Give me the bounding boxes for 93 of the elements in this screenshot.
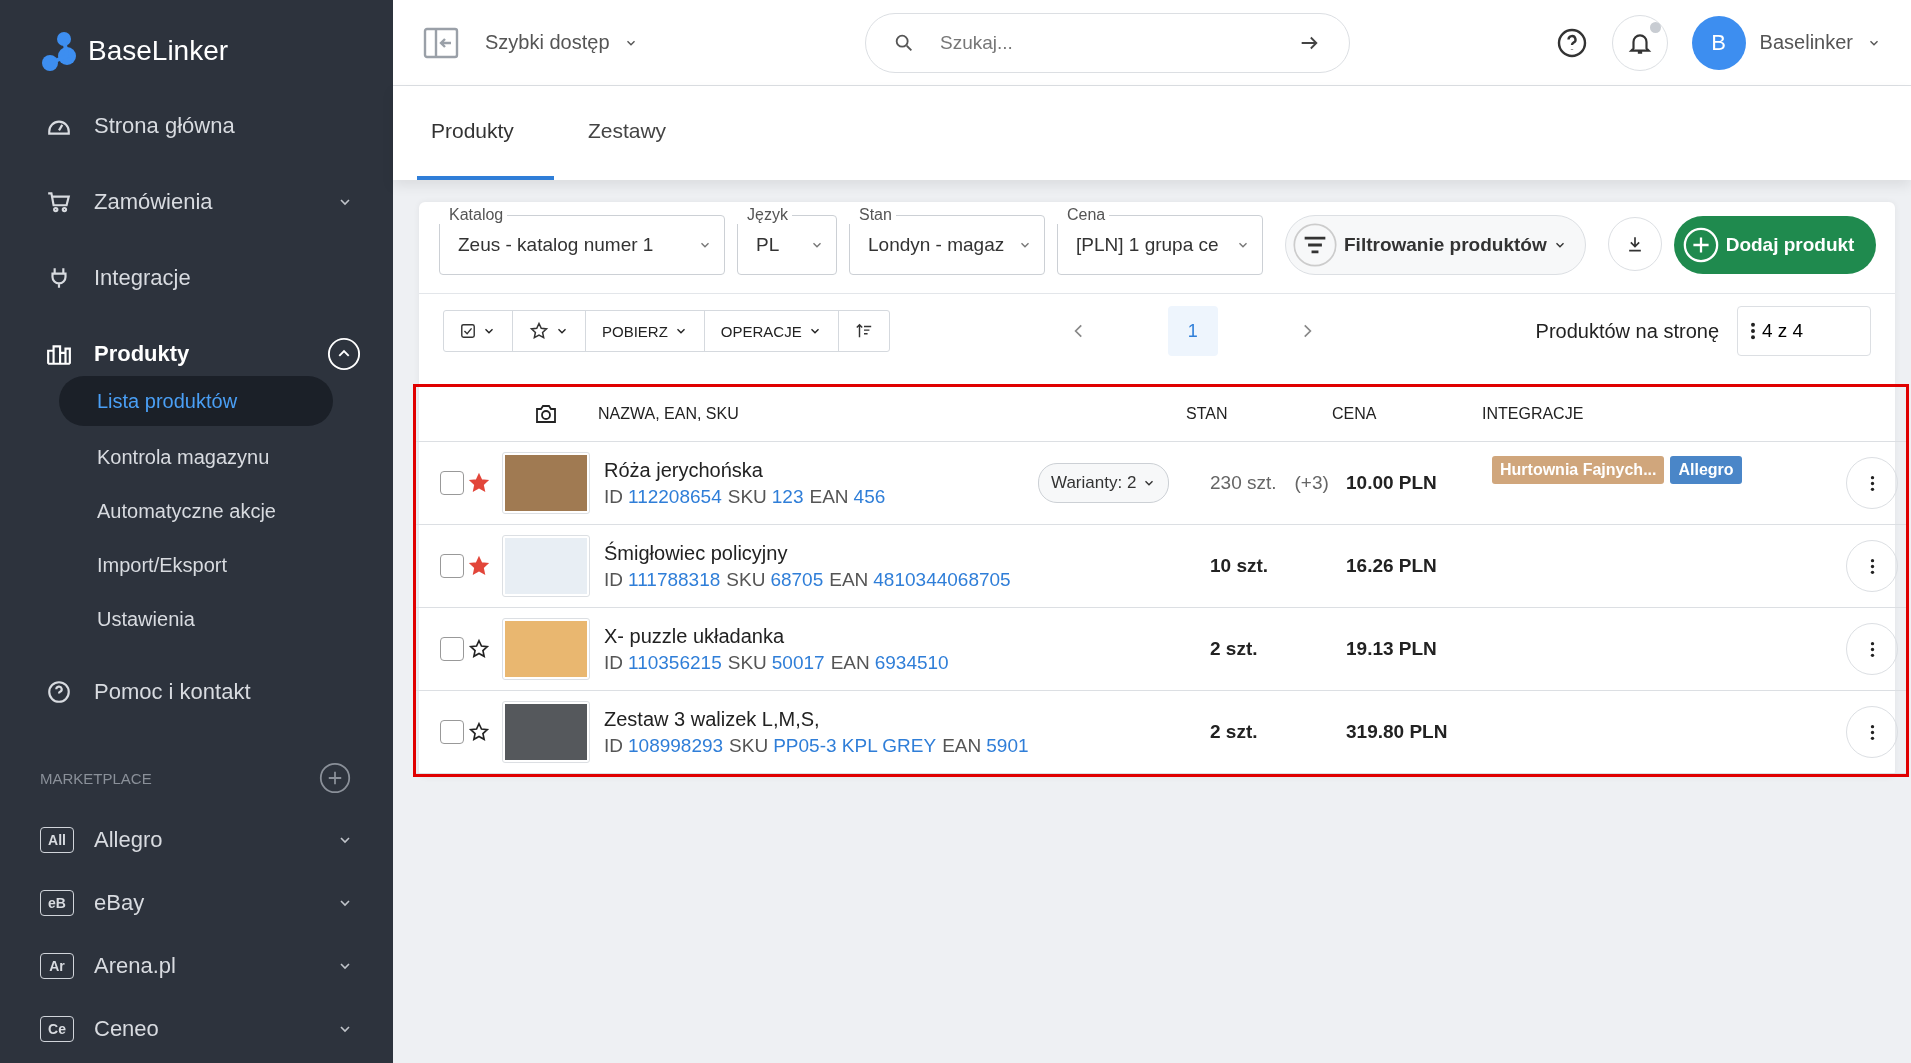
integration-tag: Hurtownia Fajnych... bbox=[1492, 456, 1665, 484]
stock-text: 230 szt. bbox=[1210, 472, 1277, 494]
submenu-item[interactable]: Import/Eksport bbox=[59, 538, 333, 592]
price-text: 10.00 PLN bbox=[1345, 472, 1438, 494]
nav-label: Ceneo bbox=[94, 1015, 160, 1042]
marketplace-badge: Ce bbox=[40, 1015, 74, 1042]
nav-label: eBay bbox=[94, 889, 146, 916]
nav-item[interactable]: Strona główna bbox=[0, 88, 393, 164]
product-name[interactable]: Zestaw 3 walizek L,M,S, bbox=[604, 707, 1038, 731]
stock-extra-text: (+3) bbox=[1294, 472, 1329, 494]
star-icon[interactable] bbox=[468, 555, 490, 577]
tab[interactable]: Zestawy bbox=[573, 86, 707, 180]
add-product-button[interactable]: Dodaj produkt bbox=[1673, 216, 1877, 274]
product-name[interactable]: X- puzzle układanka bbox=[604, 624, 1038, 648]
product-codes: ID 110356215 SKU 50017 EAN 6934510 bbox=[604, 651, 950, 674]
nav-label: Strona główna bbox=[94, 113, 236, 139]
page-button[interactable]: 1 bbox=[1167, 306, 1218, 356]
star-icon[interactable] bbox=[468, 721, 490, 743]
product-codes: ID 108998293 SKU PP05-3 KPL GREY EAN 5901 bbox=[604, 734, 1030, 757]
submenu-item[interactable]: Kontrola magazynu bbox=[59, 430, 333, 484]
price-text: 319.80 PLN bbox=[1345, 721, 1449, 743]
column-header: INTEGRACJE bbox=[1482, 405, 1585, 423]
submenu-item[interactable]: Automatyczne akcje bbox=[59, 484, 333, 538]
more-icon bbox=[1869, 474, 1875, 492]
filter-icon bbox=[1292, 222, 1338, 268]
star-icon[interactable] bbox=[468, 472, 490, 494]
quick-access-dropdown[interactable]: Szybki dostęp bbox=[485, 31, 865, 54]
more-icon bbox=[1869, 723, 1875, 741]
help-icon[interactable] bbox=[1555, 26, 1588, 59]
price-text: 19.13 PLN bbox=[1345, 638, 1438, 660]
product-name[interactable]: Śmigłowiec policyjny bbox=[604, 541, 1038, 565]
variants-button[interactable]: Warianty: 2 bbox=[1038, 463, 1170, 503]
marketplace-item[interactable]: eB eBay bbox=[0, 871, 393, 934]
product-name[interactable]: Róża jerychońska bbox=[604, 458, 1038, 482]
marketplace-item[interactable]: All Allegro bbox=[0, 808, 393, 871]
row-checkbox[interactable] bbox=[440, 637, 464, 661]
nav-label: Produkty bbox=[94, 341, 191, 367]
stock-text: 10 szt. bbox=[1210, 555, 1269, 577]
marketplace-item[interactable]: Ar Arena.pl bbox=[0, 934, 393, 997]
marketplace-item[interactable]: Ce Ceneo bbox=[0, 997, 393, 1060]
nav-item[interactable]: Integracje bbox=[0, 240, 393, 316]
product-codes: ID 111788318 SKU 68705 EAN 4810344068705 bbox=[604, 568, 1012, 591]
field-label: Stan bbox=[849, 206, 896, 224]
marketplace-badge: All bbox=[40, 826, 74, 853]
filter-button[interactable]: Filtrowanie produktów bbox=[1285, 215, 1586, 275]
stock-text: 2 szt. bbox=[1210, 721, 1258, 743]
submenu-item[interactable]: Lista produktów bbox=[59, 376, 333, 426]
download-dropdown[interactable]: POBIERZ bbox=[586, 311, 705, 351]
more-icon bbox=[1869, 640, 1875, 658]
camera-icon bbox=[534, 402, 558, 426]
row-checkbox[interactable] bbox=[440, 554, 464, 578]
nav-item[interactable]: Zamówienia bbox=[0, 164, 393, 240]
nav-item[interactable]: Pomoc i kontakt bbox=[0, 654, 393, 730]
integration-tag: Allegro bbox=[1670, 456, 1742, 484]
marketplace-badge: Ar bbox=[40, 952, 74, 979]
dots-icon bbox=[1750, 322, 1756, 340]
nav-label: Zamówienia bbox=[94, 189, 214, 215]
row-checkbox[interactable] bbox=[440, 471, 464, 495]
row-checkbox[interactable] bbox=[440, 720, 464, 744]
help-icon bbox=[46, 679, 72, 705]
logo-text: BaseLinker bbox=[88, 35, 229, 67]
star-icon[interactable] bbox=[468, 638, 490, 660]
column-header: STAN bbox=[1186, 405, 1229, 423]
more-icon bbox=[1869, 557, 1875, 575]
field-label: Katalog bbox=[439, 206, 508, 224]
search-field[interactable]: Szukaj... bbox=[865, 12, 1350, 73]
nav-label: Integracje bbox=[94, 265, 192, 291]
marketplace-badge: eB bbox=[40, 889, 74, 916]
stock-text: 2 szt. bbox=[1210, 638, 1258, 660]
price-text: 16.26 PLN bbox=[1345, 555, 1438, 577]
add-icon[interactable] bbox=[319, 762, 351, 794]
sidebar-toggle-icon[interactable] bbox=[423, 26, 459, 59]
submenu-item[interactable]: Ustawienia bbox=[59, 592, 333, 646]
plus-icon bbox=[1681, 226, 1720, 264]
user-menu[interactable]: Baselinker bbox=[1759, 31, 1881, 54]
column-header: CENA bbox=[1332, 405, 1378, 423]
per-page-field[interactable]: 4 z 4 bbox=[1737, 306, 1871, 356]
nav-label: Pomoc i kontakt bbox=[94, 679, 252, 705]
cart-icon bbox=[46, 189, 72, 215]
tab[interactable]: Produkty bbox=[417, 86, 554, 180]
sort-icon bbox=[854, 322, 873, 340]
product-codes: ID 112208654 SKU 123 EAN 456 bbox=[604, 485, 887, 508]
nav-label: Allegro bbox=[94, 826, 164, 853]
section-title: MARKETPLACE bbox=[40, 769, 152, 787]
checkbox-icon bbox=[460, 323, 476, 339]
field-label: Cena bbox=[1057, 206, 1110, 224]
star-icon bbox=[529, 321, 549, 341]
nav-label: Arena.pl bbox=[94, 952, 177, 979]
column-header: NAZWA, EAN, SKU bbox=[598, 405, 740, 423]
operations-dropdown[interactable]: OPERACJE bbox=[704, 311, 839, 351]
field-label: Język bbox=[737, 206, 792, 224]
collapse-icon[interactable] bbox=[327, 337, 361, 371]
per-page-label: Produktów na stronę bbox=[1535, 319, 1719, 343]
